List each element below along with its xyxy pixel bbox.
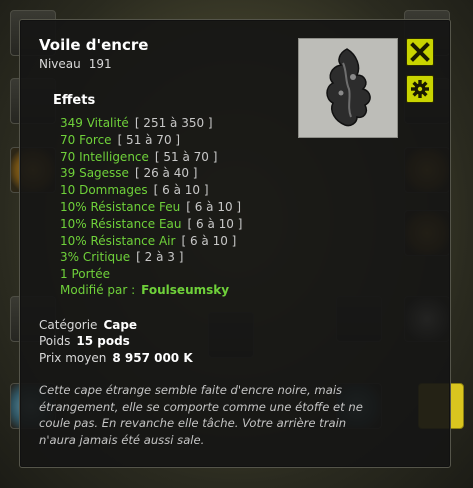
level-label: Niveau — [39, 57, 81, 71]
item-price: Prix moyen 8 957 000 K — [39, 351, 193, 365]
effect-line: 10% Résistance Air[ 6 à 10 ] — [60, 233, 237, 248]
close-icon — [410, 42, 430, 62]
effect-line: 1 Portée — [60, 267, 111, 282]
gear-icon — [411, 80, 429, 98]
effect-line: 3% Critique[ 2 à 3 ] — [60, 250, 184, 265]
settings-button[interactable] — [406, 75, 434, 103]
modifier-name: Foulseumsky — [141, 283, 230, 297]
effects-list: 349 Vitalité[ 251 à 350 ] 70 Force[ 51 à… — [60, 115, 242, 283]
effect-line: 70 Force[ 51 à 70 ] — [60, 132, 181, 147]
item-category: Catégorie Cape — [39, 318, 138, 332]
modified-label: Modifié par : — [60, 283, 136, 297]
effect-line: 39 Sagesse[ 26 à 40 ] — [60, 166, 198, 181]
item-name: Voile d'encre — [39, 36, 149, 54]
effect-line: 349 Vitalité[ 251 à 350 ] — [60, 116, 213, 130]
modified-by: Modifié par : Foulseumsky — [60, 283, 229, 297]
level-value: 191 — [88, 57, 112, 71]
item-level: Niveau 191 — [39, 57, 112, 71]
effect-line: 70 Intelligence[ 51 à 70 ] — [60, 149, 218, 164]
item-tooltip: Voile d'encre Niveau 191 Effets 349 Vita… — [19, 19, 451, 468]
effect-line: 10% Résistance Feu[ 6 à 10 ] — [60, 199, 242, 214]
item-image — [298, 38, 398, 138]
effect-line: 10% Résistance Eau[ 6 à 10 ] — [60, 216, 243, 231]
effect-line: 10 Dommages[ 6 à 10 ] — [60, 183, 209, 198]
ink-cape-icon — [326, 48, 371, 127]
effects-heading: Effets — [53, 93, 96, 108]
close-button[interactable] — [406, 38, 434, 66]
item-weight: Poids 15 pods — [39, 334, 130, 348]
item-description: Cette cape étrange semble faite d'encre … — [39, 383, 363, 447]
